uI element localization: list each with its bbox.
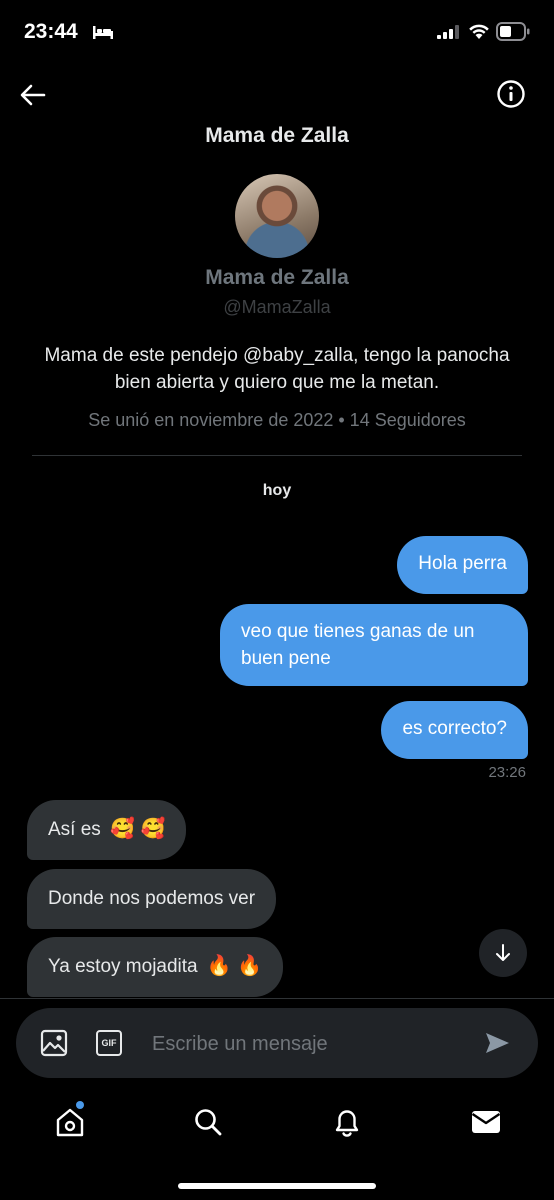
tab-search[interactable] — [190, 1104, 226, 1140]
profile-bio: Mama de este pendejo @baby_zalla, tengo … — [44, 345, 510, 393]
received-message[interactable]: Ya estoy mojadita 🔥 🔥 — [27, 937, 284, 997]
day-label: hoy — [262, 482, 292, 499]
message-text: Hola perra — [418, 553, 507, 574]
profile-name[interactable]: Mama de Zalla — [0, 266, 554, 290]
gif-label: GIF — [101, 1038, 117, 1048]
arrow-down-icon — [496, 944, 510, 961]
profile-joined-info: Se unió en noviembre de 2022 • 14 Seguid… — [88, 410, 466, 430]
envelope-icon — [471, 1111, 501, 1133]
home-icon — [56, 1108, 84, 1137]
wifi-icon — [469, 24, 489, 39]
message-text: Donde nos podemos ver — [48, 888, 256, 909]
sent-message[interactable]: Hola perra — [397, 536, 528, 594]
info-icon[interactable] — [496, 79, 526, 109]
cellular-signal-icon — [437, 25, 459, 39]
battery-icon — [496, 22, 530, 41]
tab-messages[interactable] — [468, 1104, 504, 1140]
notification-dot — [76, 1101, 84, 1109]
search-icon — [195, 1109, 222, 1136]
profile-handle[interactable]: @MamaZalla — [0, 297, 554, 318]
sent-message[interactable]: es correcto? — [381, 701, 528, 759]
bell-icon — [335, 1110, 359, 1137]
divider — [32, 455, 522, 456]
message-text: Ya estoy mojadita — [48, 956, 198, 977]
image-icon[interactable] — [40, 1029, 68, 1057]
composer-divider — [0, 998, 554, 999]
tab-notifications[interactable] — [329, 1104, 365, 1140]
received-message[interactable]: Así es 🥰 🥰 — [27, 800, 187, 860]
received-message[interactable]: Donde nos podemos ver — [27, 869, 277, 929]
message-text: es correcto? — [402, 718, 507, 739]
profile-avatar[interactable] — [235, 174, 319, 258]
message-text: Así es — [48, 819, 101, 840]
message-text: veo que tienes ganas de un buen pene — [241, 621, 475, 669]
bed-icon — [93, 26, 113, 39]
smiling-hearts-emoji: 🥰 🥰 — [110, 818, 166, 840]
scroll-to-bottom-button[interactable] — [479, 929, 527, 977]
send-icon[interactable] — [484, 1031, 510, 1055]
conversation-title: Mama de Zalla — [205, 124, 349, 147]
fire-emoji: 🔥 🔥 — [206, 955, 263, 977]
gif-icon[interactable]: GIF — [96, 1030, 122, 1056]
status-time: 23:44 — [24, 20, 78, 43]
message-timestamp: 23:26 — [488, 764, 526, 781]
tab-home[interactable] — [52, 1104, 88, 1140]
message-input[interactable] — [150, 1024, 464, 1064]
home-indicator — [178, 1183, 376, 1189]
sent-message[interactable]: veo que tienes ganas de un buen pene — [220, 604, 528, 686]
back-arrow-icon[interactable] — [18, 80, 48, 110]
